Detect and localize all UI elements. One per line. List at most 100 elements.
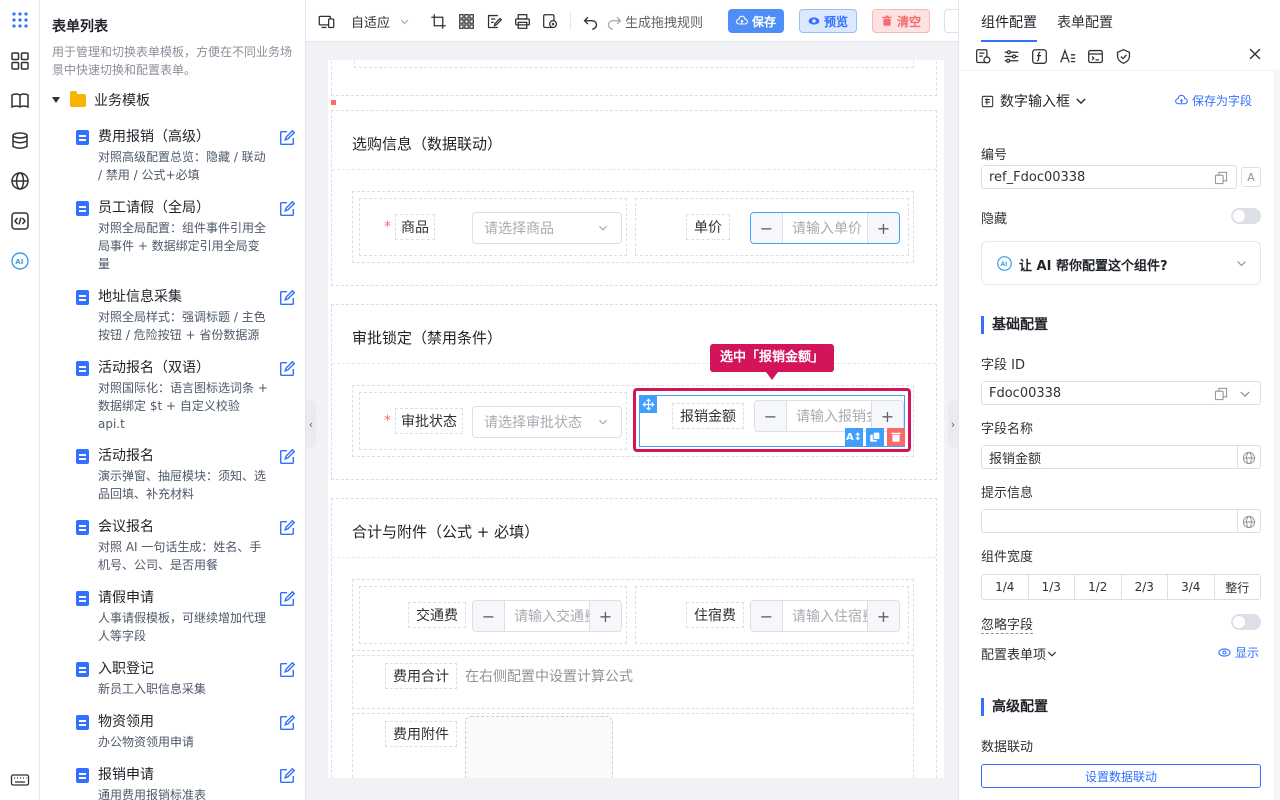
toolbar-overflow-button[interactable]: [944, 9, 958, 33]
edit-icon[interactable]: [278, 289, 296, 307]
font-toggle-icon[interactable]: A: [1241, 167, 1261, 187]
width-option[interactable]: 1/3: [1029, 575, 1075, 599]
width-option[interactable]: 2/3: [1122, 575, 1168, 599]
price-number-input[interactable]: − 请输入单价 +: [750, 212, 900, 244]
edit-icon[interactable]: [278, 767, 296, 785]
copy-icon[interactable]: [1214, 387, 1228, 401]
keyboard-icon[interactable]: [8, 768, 32, 792]
clear-button[interactable]: 清空: [872, 9, 931, 33]
ai-config-card[interactable]: AI 让 AI 帮你配置这个组件?: [981, 241, 1261, 285]
section-purchase-info[interactable]: 选购信息（数据联动） * 商品 请选择商品 单价 − 请输入单价 +: [331, 110, 937, 286]
collapse-right-handle[interactable]: ›: [948, 400, 958, 448]
form-row-attachment[interactable]: 费用附件: [352, 713, 914, 778]
undo-icon[interactable]: [582, 11, 599, 31]
hint-input[interactable]: [981, 509, 1261, 533]
upload-dropzone[interactable]: [465, 716, 613, 778]
template-description: 对照高级配置总览：隐藏 / 联动 / 禁用 / 公式+必填: [98, 150, 266, 182]
save-button[interactable]: 保存: [728, 9, 785, 33]
crop-frame-icon[interactable]: [430, 11, 447, 31]
component-type-select[interactable]: 数字输入框: [981, 91, 1088, 111]
code-icon[interactable]: [8, 209, 32, 233]
field-name-value: 报销金额: [989, 451, 1042, 467]
width-option[interactable]: 1/4: [982, 575, 1029, 599]
edit-icon[interactable]: [278, 661, 296, 679]
close-icon[interactable]: [1248, 47, 1262, 61]
decrement-button[interactable]: −: [751, 213, 783, 243]
font-style-icon[interactable]: [1059, 46, 1087, 66]
copy-icon[interactable]: [1214, 171, 1228, 185]
chevron-down-icon: [1076, 98, 1086, 105]
template-name: 费用报销（高级）: [98, 129, 210, 145]
sliders-icon[interactable]: [1003, 46, 1031, 66]
width-option[interactable]: 1/2: [1075, 575, 1122, 599]
increment-button[interactable]: +: [589, 601, 621, 631]
hotel-number-input[interactable]: − 请输入住宿费 +: [750, 600, 900, 632]
traffic-number-input[interactable]: − 请输入交通费 +: [472, 600, 622, 632]
width-option[interactable]: 3/4: [1168, 575, 1215, 599]
edit-icon[interactable]: [278, 590, 296, 608]
document-icon: [76, 520, 89, 535]
edit-icon[interactable]: [278, 360, 296, 378]
event-code-icon[interactable]: [1087, 46, 1115, 66]
increment-button[interactable]: +: [867, 213, 899, 243]
hidden-toggle[interactable]: [1231, 208, 1261, 224]
folder-label: 业务模板: [94, 93, 150, 109]
ai-assistant-icon[interactable]: AI: [8, 249, 32, 273]
edit-document-icon[interactable]: [486, 11, 503, 31]
section-divider: [332, 363, 936, 364]
edit-icon[interactable]: [278, 448, 296, 466]
decrement-button[interactable]: −: [473, 601, 505, 631]
globe-icon[interactable]: [1242, 451, 1256, 465]
document-icon: [76, 662, 89, 677]
book-icon[interactable]: [8, 89, 32, 113]
edit-icon[interactable]: [278, 129, 296, 147]
product-select[interactable]: 请选择商品: [472, 212, 622, 244]
show-toggle-link[interactable]: 显示: [1218, 644, 1259, 661]
save-as-field-link[interactable]: 保存为字段: [1175, 92, 1252, 109]
field-id-label: 字段 ID: [981, 358, 1025, 373]
globe-icon[interactable]: [8, 169, 32, 193]
tab-component-config[interactable]: 组件配置: [981, 12, 1037, 32]
width-segmented-control[interactable]: 1/4 1/3 1/2 2/3 3/4 整行: [981, 574, 1261, 600]
field-id-input[interactable]: Fdoc00338: [981, 381, 1261, 405]
ignore-field-label: 忽略字段: [981, 614, 1034, 634]
tab-form-config[interactable]: 表单配置: [1057, 12, 1113, 32]
increment-button[interactable]: +: [867, 601, 899, 631]
components-icon[interactable]: [8, 49, 32, 73]
layout-mode-select[interactable]: 自适应: [351, 11, 411, 31]
edit-icon[interactable]: [278, 200, 296, 218]
component-settings-icon[interactable]: [975, 46, 1003, 66]
code-input[interactable]: ref_Fdoc00338: [981, 165, 1237, 189]
ignore-field-toggle[interactable]: [1231, 614, 1261, 630]
chevron-down-icon[interactable]: [1238, 387, 1252, 401]
qr-code-icon[interactable]: [458, 11, 475, 31]
edit-icon[interactable]: [278, 519, 296, 537]
width-option[interactable]: 整行: [1215, 575, 1261, 599]
json-schema-icon[interactable]: [542, 11, 559, 31]
globe-icon[interactable]: [1242, 515, 1256, 529]
edit-icon[interactable]: [278, 714, 296, 732]
ai-assistant-icon: AI: [997, 256, 1012, 271]
decrement-button[interactable]: −: [751, 601, 783, 631]
selection-callout: 选中「报销金额」: [710, 344, 835, 380]
section-totals-attachments[interactable]: 合计与附件（公式 + 必填） 交通费 − 请输入交通费 + 住宿费: [331, 498, 937, 778]
field-name-input[interactable]: 报销金额: [981, 445, 1261, 469]
database-icon[interactable]: [8, 129, 32, 153]
collapse-left-handle[interactable]: ‹: [306, 400, 316, 448]
app-root: AI 表单列表 用于管理和切换表单模板，方便在不同业务场景中快速切换和配置表单。…: [0, 0, 1280, 800]
shield-check-icon[interactable]: [1115, 46, 1143, 66]
formula-icon[interactable]: [1031, 46, 1059, 66]
approval-select[interactable]: 请选择审批状态: [472, 406, 622, 438]
folder-business-templates[interactable]: 业务模板: [52, 90, 150, 110]
apps-grid-icon[interactable]: [8, 8, 32, 32]
print-icon[interactable]: [514, 11, 531, 31]
form-row-total[interactable]: 费用合计 在右侧配置中设置计算公式: [352, 655, 914, 709]
preview-button[interactable]: 预览: [799, 9, 858, 33]
device-layout-icon[interactable]: [318, 11, 335, 31]
form-list-description: 用于管理和切换表单模板，方便在不同业务场景中快速切换和配置表单。: [52, 45, 293, 77]
scrollbar[interactable]: [1274, 70, 1280, 800]
form-items-expander[interactable]: 配置表单项: [981, 644, 1058, 663]
generate-drag-rules[interactable]: 生成拖拽规则: [606, 11, 703, 31]
set-data-linkage-button[interactable]: 设置数据联动: [981, 764, 1261, 788]
required-asterisk: *: [384, 413, 391, 429]
